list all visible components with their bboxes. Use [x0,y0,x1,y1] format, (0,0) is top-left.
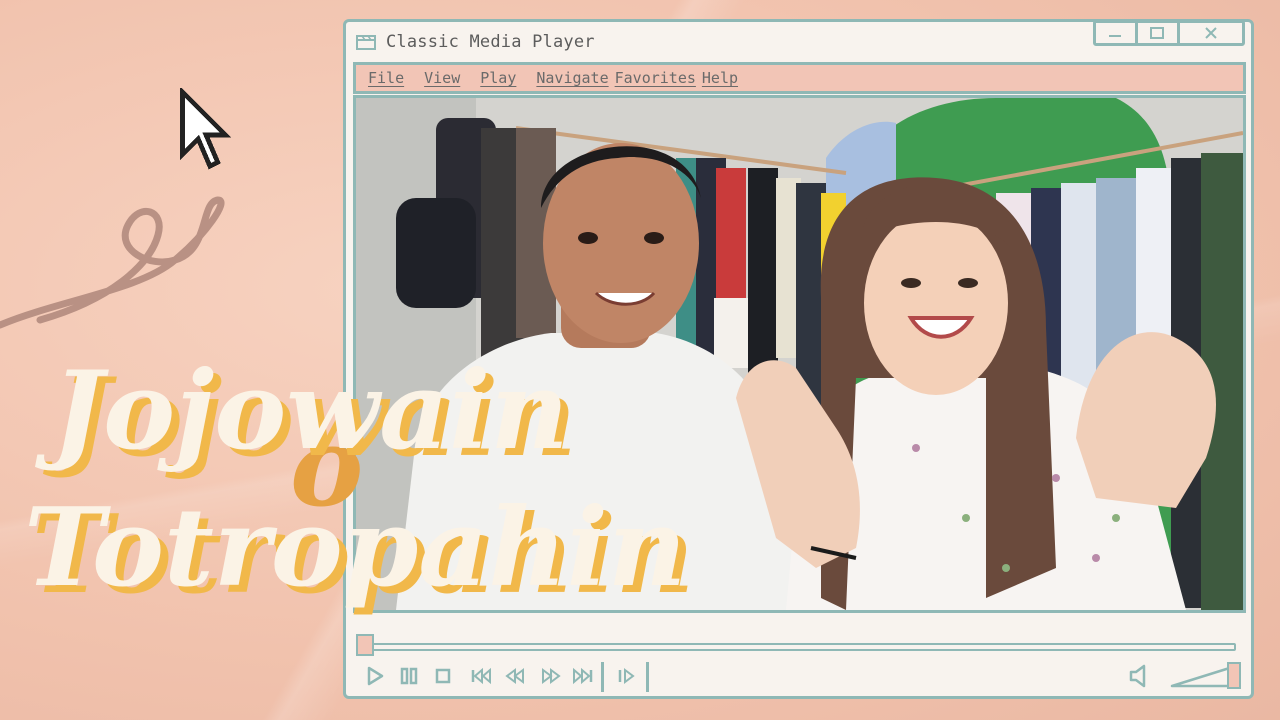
window-title: Classic Media Player [386,32,595,52]
menu-bar: File View Play Navigate Favorites Help [353,62,1246,94]
minimize-icon [1109,35,1122,37]
menu-help[interactable]: Help [702,69,738,87]
squiggle-decoration [0,196,225,329]
rewind-icon [505,668,524,684]
headline-overlay: o Jojowain Jojowain Totropahin Totropahi… [24,348,694,618]
skip-back-icon [471,667,491,685]
close-icon [1205,27,1217,39]
maximize-button[interactable] [1138,23,1180,43]
title-bar[interactable]: Classic Media Player [346,20,1251,62]
stop-button[interactable] [430,662,456,690]
frame-step-icon [618,668,635,684]
playback-controls [360,662,1242,696]
maximize-icon [1150,27,1165,39]
frame-step-button[interactable] [614,662,640,690]
fast-forward-button[interactable] [538,662,564,690]
play-button[interactable] [362,662,388,690]
stop-icon [435,668,451,684]
cursor-icon [180,88,232,170]
controls-divider [646,662,649,692]
window-icon [356,35,376,50]
volume-button[interactable] [1125,662,1151,690]
volume-icon [1129,664,1146,688]
headline-line1: Jojowain [35,348,569,474]
rewind-button[interactable] [502,662,528,690]
menu-favorites[interactable]: Favorites [615,69,696,87]
menu-play[interactable]: Play [480,69,516,87]
pause-icon [400,667,418,685]
headline-line2: Totropahin [24,485,686,611]
skip-back-button[interactable] [468,662,494,690]
seek-track[interactable] [370,643,1236,651]
menu-file[interactable]: File [368,69,404,87]
skip-forward-button[interactable] [570,662,596,690]
window-controls [1093,20,1245,46]
minimize-button[interactable] [1096,23,1138,43]
play-icon [367,666,384,686]
close-button[interactable] [1180,23,1242,43]
menu-view[interactable]: View [424,69,460,87]
menu-navigate[interactable]: Navigate [536,69,608,87]
pause-button[interactable] [396,662,422,690]
controls-divider [601,662,604,692]
fast-forward-icon [542,668,561,684]
volume-slider-icon[interactable] [1170,662,1242,690]
skip-forward-icon [573,667,593,685]
